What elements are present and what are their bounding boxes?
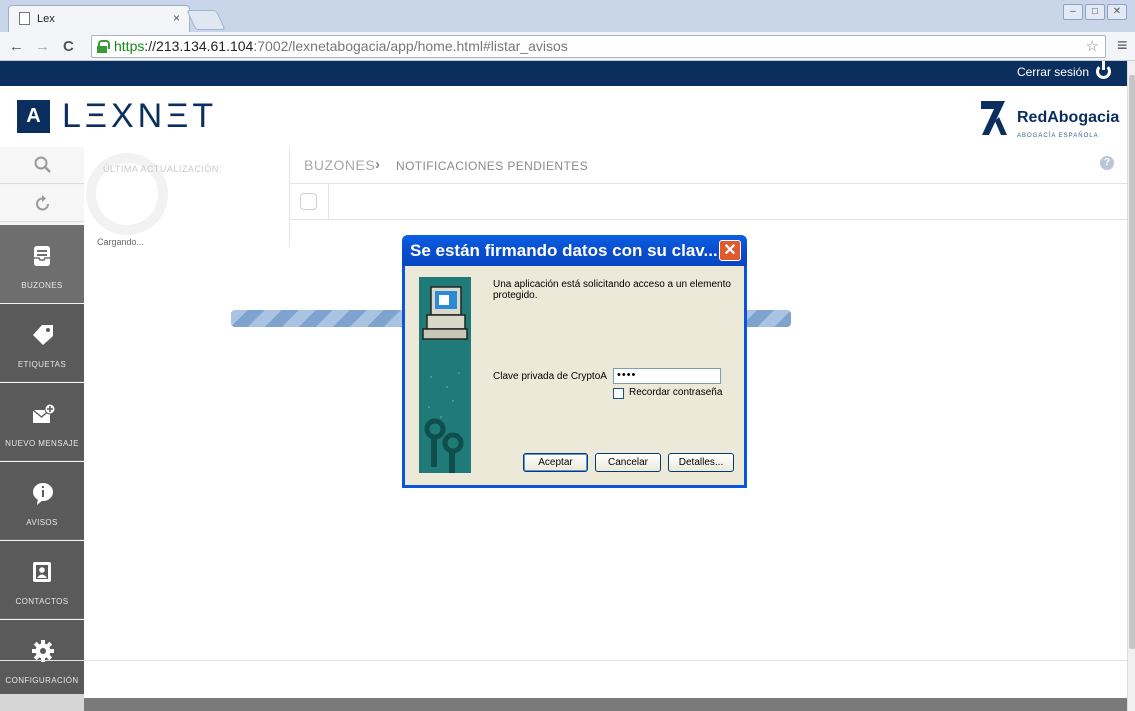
sidebar-item-etiquetas[interactable]: ETIQUETAS	[0, 304, 84, 382]
search-icon	[34, 156, 51, 173]
new-message-icon	[32, 403, 56, 423]
remember-password-checkbox[interactable]	[613, 388, 624, 399]
details-button[interactable]: Detalles...	[668, 453, 734, 472]
sidebar-item-label: AVISOS	[26, 518, 58, 527]
page-scrollbar[interactable]	[1127, 61, 1135, 711]
dialog-illustration	[419, 277, 471, 473]
cancel-button[interactable]: Cancelar	[595, 453, 661, 472]
window-controls: – □ ✕	[1063, 4, 1127, 20]
maximize-button[interactable]: □	[1085, 4, 1105, 20]
update-panel: ÚLTIMA ACTUALIZACIÓN:	[84, 147, 290, 247]
sidebar-footer	[0, 694, 84, 711]
footer-divider	[0, 660, 1127, 661]
partner-subtitle: ABOGACÍA ESPAÑOLA	[1017, 133, 1099, 139]
lock-icon	[97, 40, 110, 53]
back-arrow-icon[interactable]: ←	[9, 38, 24, 55]
breadcrumb-root[interactable]: BUZONES	[304, 157, 375, 173]
reload-icon[interactable]: C	[63, 38, 74, 55]
password-field[interactable]: ••••	[613, 368, 721, 384]
url-path: :7002/lexnetabogacia/app/home.html#lista…	[253, 38, 568, 54]
url-host: ://213.134.61.104	[144, 38, 254, 54]
browser-tab[interactable]: Lex ×	[8, 5, 190, 32]
redabogacia-mark-icon	[981, 101, 1007, 135]
refresh-icon	[36, 195, 49, 211]
url-scheme: https	[114, 38, 145, 54]
select-all-checkbox[interactable]	[300, 193, 317, 210]
sidebar: BUZONES ETIQUETAS NUEVO MENSAJE AVISOS C…	[0, 147, 84, 711]
toolbar-divider	[328, 184, 329, 220]
accept-button[interactable]: Aceptar	[523, 453, 588, 472]
sidebar-item-label: ETIQUETAS	[17, 360, 67, 369]
list-toolbar	[290, 184, 1127, 220]
breadcrumb-chevron-icon: ›	[375, 156, 380, 173]
signing-dialog: Se están firmando datos con su clav... ✕…	[402, 235, 747, 488]
tab-close-button[interactable]: ×	[173, 11, 180, 25]
search-button[interactable]	[0, 147, 84, 184]
settings-icon	[32, 640, 54, 662]
close-window-button[interactable]: ✕	[1107, 4, 1127, 20]
sidebar-item-label: BUZONES	[21, 281, 63, 290]
sidebar-item-label: CONTACTOS	[15, 597, 69, 606]
forward-arrow-icon[interactable]: →	[35, 38, 50, 55]
breadcrumb-current: NOTIFICACIONES PENDIENTES	[396, 159, 589, 173]
browser-toolbar: ← → C https://213.134.61.104:7002/lexnet…	[0, 32, 1135, 61]
sidebar-item-avisos[interactable]: AVISOS	[0, 462, 84, 540]
sidebar-item-label: NUEVO MENSAJE	[5, 439, 79, 448]
last-update-label: ÚLTIMA ACTUALIZACIÓN:	[103, 164, 222, 174]
logo-text: LΞXNΞT	[62, 97, 218, 135]
menu-icon[interactable]: ≡	[1117, 35, 1128, 56]
bottom-bar	[84, 698, 1127, 711]
address-bar[interactable]: https://213.134.61.104:7002/lexnetabogac…	[91, 35, 1106, 58]
scrollbar-thumb[interactable]	[1129, 75, 1135, 649]
tag-icon	[33, 325, 53, 345]
sidebar-item-label: CONFIGURACIÓN	[5, 676, 79, 685]
logout-label: Cerrar sesión	[1016, 64, 1089, 79]
loading-text: Cargando...	[97, 237, 145, 247]
page-icon	[19, 12, 30, 25]
new-tab-button[interactable]	[186, 10, 226, 30]
remember-password-label: Recordar contraseña	[629, 387, 723, 398]
top-bar: Cerrar sesión	[0, 61, 1127, 86]
dialog-close-button[interactable]: ✕	[719, 240, 741, 261]
browser-tab-strip: Lex × – □ ✕	[0, 0, 1135, 32]
refresh-button[interactable]	[0, 185, 84, 222]
dialog-title-text: Se están firmando datos con su clav...	[410, 241, 718, 260]
contacts-icon	[33, 562, 51, 582]
sidebar-item-contactos[interactable]: CONTACTOS	[0, 541, 84, 619]
alert-icon	[33, 483, 53, 505]
password-label: Clave privada de CryptoA	[493, 371, 607, 382]
power-icon	[1096, 61, 1111, 79]
logo-mark: A	[17, 100, 50, 133]
sidebar-item-nuevo-mensaje[interactable]: NUEVO MENSAJE	[0, 383, 84, 461]
help-icon[interactable]: ?	[1100, 156, 1114, 170]
inbox-icon	[34, 246, 50, 266]
dialog-title: Se están firmando datos con su clav...	[402, 235, 747, 266]
breadcrumb: BUZONES › NOTIFICACIONES PENDIENTES ?	[290, 147, 1127, 184]
lexnet-logo: A LΞXNΞT	[17, 97, 217, 136]
dialog-message: Una aplicación está solicitando acceso a…	[493, 279, 731, 301]
sidebar-item-buzones[interactable]: BUZONES	[0, 225, 84, 303]
partner-name: RedAbogacia	[1017, 109, 1120, 126]
tab-title: Lex	[37, 13, 55, 25]
minimize-button[interactable]: –	[1063, 4, 1083, 20]
logout-button[interactable]: Cerrar sesión	[1016, 61, 1111, 79]
computer-keys-icon	[419, 277, 471, 473]
bookmark-star-icon[interactable]: ☆	[1086, 36, 1099, 57]
sidebar-item-configuracion[interactable]: CONFIGURACIÓN	[0, 620, 84, 698]
